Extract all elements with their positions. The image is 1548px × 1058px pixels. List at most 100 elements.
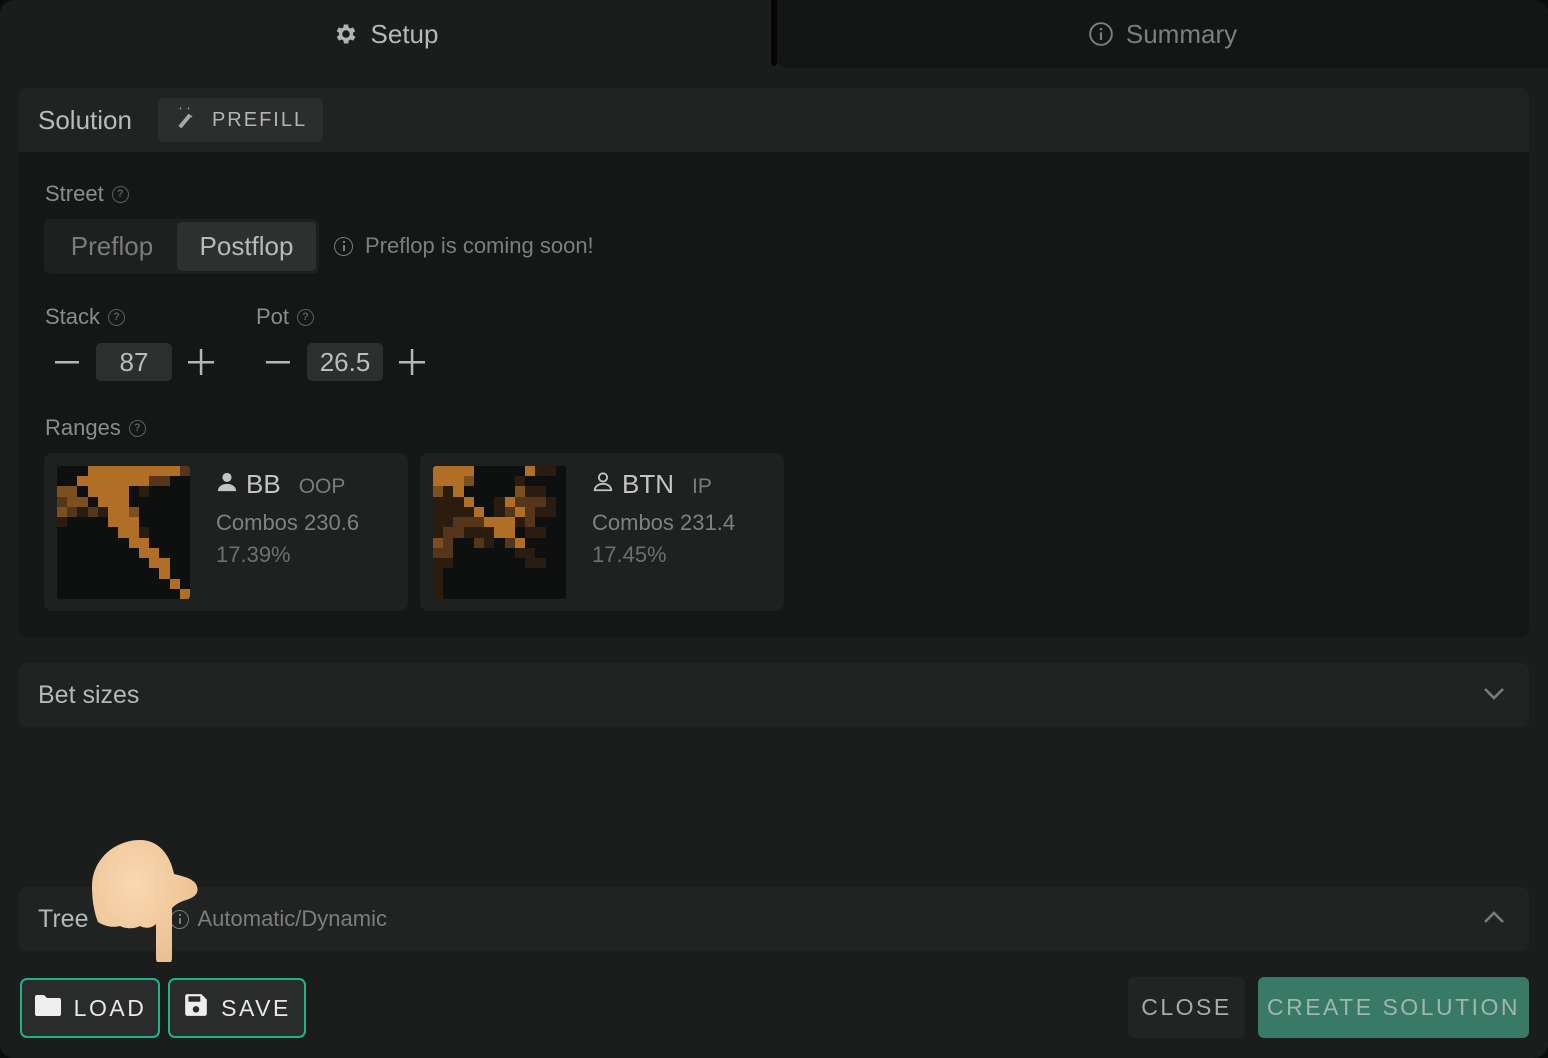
- range-cell: [77, 588, 88, 599]
- range-cell: [77, 547, 88, 559]
- stack-input[interactable]: [96, 343, 172, 381]
- range-cell: [118, 506, 129, 518]
- range-cell: [555, 517, 566, 528]
- range-cell: [463, 486, 474, 497]
- range-cell: [179, 506, 190, 518]
- range-cell: [118, 558, 129, 569]
- range-cell: [128, 476, 139, 487]
- range-card-btn[interactable]: BTN IP Combos 231.4 17.45%: [420, 453, 784, 611]
- stack-label: Stack ?: [45, 304, 126, 330]
- range-cell: [67, 517, 78, 528]
- street-option-preflop[interactable]: Preflop: [47, 222, 177, 271]
- range-cell: [149, 527, 160, 538]
- range-cell: [128, 496, 139, 507]
- range-cell: [525, 486, 536, 497]
- range-cell: [484, 496, 495, 507]
- range-cell: [149, 537, 160, 548]
- range-cell: [525, 476, 536, 487]
- range-cell: [87, 496, 98, 507]
- pot-stepper: [256, 343, 434, 381]
- chevron-down-icon[interactable]: [1483, 685, 1505, 706]
- range-cell: [108, 578, 119, 589]
- help-icon[interactable]: ?: [108, 308, 126, 326]
- street-note-text: Preflop is coming soon!: [365, 233, 594, 258]
- save-button[interactable]: SAVE: [168, 978, 306, 1038]
- range-cell: [179, 486, 190, 497]
- gear-icon: [333, 21, 359, 47]
- range-cell: [128, 547, 139, 559]
- range-cell: [67, 578, 78, 589]
- range-cell: [97, 547, 109, 559]
- range-cell: [545, 506, 556, 518]
- range-cell: [525, 568, 536, 579]
- range-cell: [504, 568, 515, 579]
- tab-summary[interactable]: Summary: [777, 0, 1548, 68]
- range-cell: [535, 578, 546, 589]
- pot-increment-button[interactable]: [390, 343, 434, 381]
- range-cell: [535, 506, 546, 518]
- stack-label-text: Stack: [45, 304, 101, 329]
- tab-setup[interactable]: Setup: [0, 0, 771, 68]
- range-cell: [443, 466, 454, 477]
- range-cell: [138, 527, 150, 538]
- range-cell: [57, 568, 68, 579]
- range-cell: [545, 476, 556, 487]
- create-solution-button[interactable]: CREATE SOLUTION: [1258, 977, 1529, 1038]
- range-cell: [453, 588, 464, 599]
- range-cell: [504, 466, 515, 477]
- range-cell: [545, 578, 556, 589]
- range-cell: [545, 527, 556, 538]
- range-cell: [138, 486, 150, 497]
- range-grid[interactable]: [433, 466, 566, 599]
- range-cell: [545, 486, 556, 497]
- range-cell: [463, 588, 474, 599]
- range-cell: [514, 588, 526, 599]
- range-card-bb[interactable]: BB OOP Combos 230.6 17.39%: [44, 453, 408, 611]
- close-button[interactable]: CLOSE: [1128, 977, 1245, 1038]
- range-cell: [87, 588, 98, 599]
- range-cell: [443, 506, 454, 518]
- range-cell: [138, 578, 150, 589]
- bet-sizes-section[interactable]: Bet sizes: [19, 663, 1529, 727]
- range-cell: [555, 558, 566, 569]
- range-cell: [514, 506, 526, 518]
- pot-input[interactable]: [307, 343, 383, 381]
- range-cell: [77, 558, 88, 569]
- range-cell: [87, 517, 98, 528]
- range-cell: [535, 476, 546, 487]
- help-icon[interactable]: ?: [128, 419, 146, 437]
- range-cell: [453, 527, 464, 538]
- range-cell: [453, 578, 464, 589]
- range-cell: [514, 466, 526, 477]
- stack-increment-button[interactable]: [179, 343, 223, 381]
- stack-decrement-button[interactable]: [45, 343, 89, 381]
- range-cell: [128, 558, 139, 569]
- range-cell: [484, 476, 495, 487]
- help-icon[interactable]: ?: [297, 308, 315, 326]
- solution-panel: Solution PREFILL Street ? Preflop Postfl…: [19, 88, 1529, 638]
- street-option-postflop[interactable]: Postflop: [177, 222, 316, 271]
- range-cell: [128, 527, 139, 538]
- range-cell: [77, 506, 88, 518]
- minus-icon: [55, 361, 79, 364]
- range-cell: [97, 486, 109, 497]
- range-cell: [453, 486, 464, 497]
- range-cell: [179, 466, 190, 477]
- prefill-button[interactable]: PREFILL: [157, 98, 324, 142]
- range-cell: [179, 588, 190, 599]
- range-cell: [545, 547, 556, 559]
- range-cell: [545, 568, 556, 579]
- range-cell: [57, 486, 68, 497]
- help-icon[interactable]: ?: [111, 185, 129, 203]
- magic-wand-icon: [174, 105, 198, 135]
- range-cell: [463, 568, 474, 579]
- range-grid[interactable]: [57, 466, 190, 599]
- load-button[interactable]: LOAD: [20, 978, 160, 1038]
- chevron-up-icon[interactable]: [1483, 909, 1505, 930]
- tree-section[interactable]: Tree Automatic/Dynamic: [19, 887, 1529, 951]
- range-cell: [87, 537, 98, 548]
- range-cell: [494, 558, 505, 569]
- range-cell: [463, 537, 474, 548]
- pot-decrement-button[interactable]: [256, 343, 300, 381]
- range-cell: [525, 517, 536, 528]
